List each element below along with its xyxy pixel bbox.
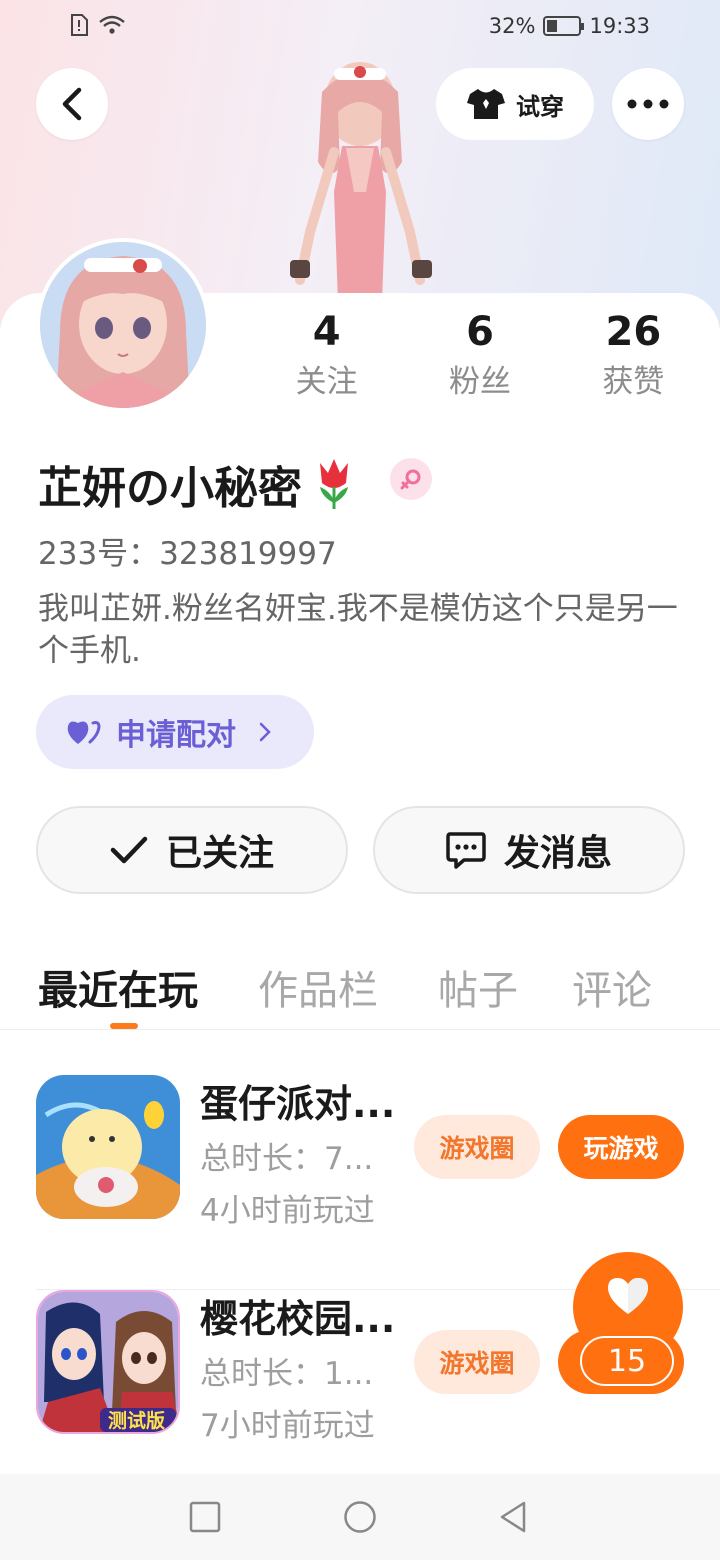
send-message-label: 发消息 <box>503 833 612 874</box>
back-nav-icon[interactable] <box>496 1500 530 1534</box>
bio: 我叫芷妍.粉丝名妍宝.我不是模仿这个只是另一个手机. <box>38 591 678 669</box>
game-duration: 总时长：7... <box>200 1141 374 1177</box>
game-icon-eggy-party[interactable] <box>36 1075 180 1219</box>
followed-button[interactable]: 已关注 <box>36 806 348 894</box>
chevron-left-icon <box>62 87 82 121</box>
game-icon-sakura-school[interactable]: 测试版 <box>36 1290 180 1434</box>
nickname: 芷妍の小秘密 <box>38 452 356 516</box>
active-tab-indicator <box>110 1023 138 1029</box>
status-bar: 32% 19:33 <box>0 0 720 56</box>
heart-icon <box>608 1278 648 1314</box>
stat-label: 粉丝 <box>448 364 511 400</box>
play-game-button[interactable]: 玩游戏 <box>558 1115 684 1179</box>
game-last-played: 7小时前玩过 <box>200 1408 375 1444</box>
tab-comments[interactable]: 评论 <box>572 958 652 1016</box>
tulip-icon <box>320 459 348 509</box>
sim-alert-icon <box>71 14 88 36</box>
system-nav-bar <box>0 1474 720 1560</box>
stat-value: 26 <box>605 309 662 355</box>
stat-following[interactable]: 4 关注 <box>250 308 403 408</box>
tab-posts[interactable]: 帖子 <box>438 958 518 1016</box>
game-duration: 总时长：1... <box>200 1356 374 1392</box>
chat-bubble-icon <box>446 832 486 869</box>
try-on-label: 试穿 <box>516 92 564 121</box>
try-on-button[interactable]: 试穿 <box>436 68 594 140</box>
more-options-button[interactable] <box>612 68 684 140</box>
recent-apps-icon[interactable] <box>188 1500 222 1534</box>
wifi-icon <box>99 15 125 34</box>
apply-match-label: 申请配对 <box>116 718 236 753</box>
stat-label: 关注 <box>295 364 358 400</box>
beta-badge: 测试版 <box>108 1410 166 1432</box>
user-id: 233号：323819997 <box>38 536 337 572</box>
tab-recently-played[interactable]: 最近在玩 <box>38 958 198 1016</box>
clock: 19:33 <box>589 14 650 38</box>
battery-percent: 32% <box>488 14 536 38</box>
avatar[interactable] <box>36 238 210 412</box>
more-dots-icon <box>627 99 669 109</box>
game-last-played: 4小时前玩过 <box>200 1193 375 1229</box>
female-gender-icon <box>390 458 432 500</box>
stat-label: 获赞 <box>602 364 665 400</box>
tshirt-icon <box>467 89 505 119</box>
back-button[interactable] <box>36 68 108 140</box>
game-name: 蛋仔派对... <box>200 1082 396 1126</box>
tab-works[interactable]: 作品栏 <box>258 958 378 1016</box>
checkmark-icon <box>110 836 148 864</box>
avatar-character-image <box>290 62 432 302</box>
followed-label: 已关注 <box>165 833 274 874</box>
nickname-text: 芷妍の小秘密 <box>38 463 302 514</box>
send-message-button[interactable]: 发消息 <box>373 806 685 894</box>
home-icon[interactable] <box>343 1500 377 1534</box>
stat-likes[interactable]: 26 获赞 <box>557 308 710 408</box>
game-name: 樱花校园... <box>200 1297 396 1341</box>
game-circle-button[interactable]: 游戏圈 <box>414 1330 540 1394</box>
game-circle-button[interactable]: 游戏圈 <box>414 1115 540 1179</box>
battery-icon <box>543 16 585 36</box>
stat-value: 4 <box>312 309 341 355</box>
stat-value: 6 <box>466 309 494 355</box>
like-count: 15 <box>580 1336 674 1386</box>
avatar-portrait-image <box>40 242 206 408</box>
chevron-right-icon <box>259 722 271 742</box>
apply-match-button[interactable]: 申请配对 <box>36 695 314 769</box>
stat-followers[interactable]: 6 粉丝 <box>403 308 556 408</box>
profile-tabs: 最近在玩 作品栏 帖子 评论 <box>0 940 720 1030</box>
profile-stats: 4 关注 6 粉丝 26 获赞 <box>250 308 710 408</box>
hearts-icon <box>67 721 101 744</box>
